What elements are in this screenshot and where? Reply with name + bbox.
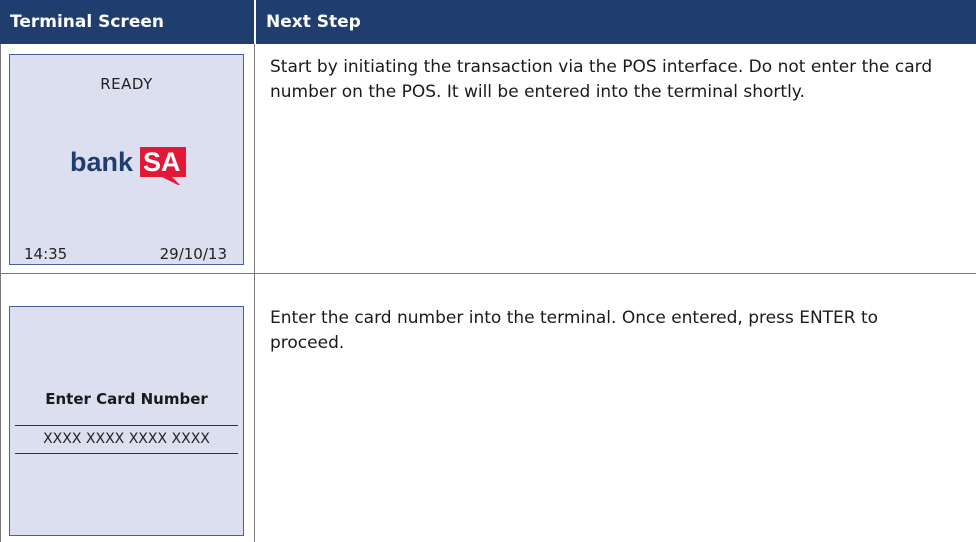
card-number-mask: XXXX XXXX XXXX XXXX (43, 431, 210, 447)
step-text-2: Enter the card number into the terminal.… (270, 308, 879, 353)
terminal-time: 14:35 (24, 245, 68, 263)
terminal-screen-ready: READY bank SA 14:35 29/10/13 (9, 54, 244, 265)
card-field-top-line (15, 425, 238, 426)
column-divider (254, 44, 255, 542)
banksa-logo: bank SA (70, 147, 186, 185)
row-divider (0, 273, 976, 274)
header-terminal-screen: Terminal Screen (0, 0, 254, 44)
enter-card-number-label: Enter Card Number (45, 390, 208, 408)
step-text-1: Start by initiating the transaction via … (270, 57, 933, 102)
ready-status: READY (100, 75, 153, 93)
logo-text-bank: bank (70, 147, 134, 177)
table-border-left (0, 44, 1, 542)
header-next-step: Next Step (256, 0, 976, 44)
instruction-table: Terminal Screen Next Step READY bank SA … (0, 0, 976, 542)
terminal-date: 29/10/13 (159, 245, 227, 263)
card-field-bottom-line (15, 453, 238, 454)
terminal-screen-card-entry: Enter Card Number XXXX XXXX XXXX XXXX (9, 306, 244, 536)
logo-text-sa: SA (143, 147, 181, 177)
